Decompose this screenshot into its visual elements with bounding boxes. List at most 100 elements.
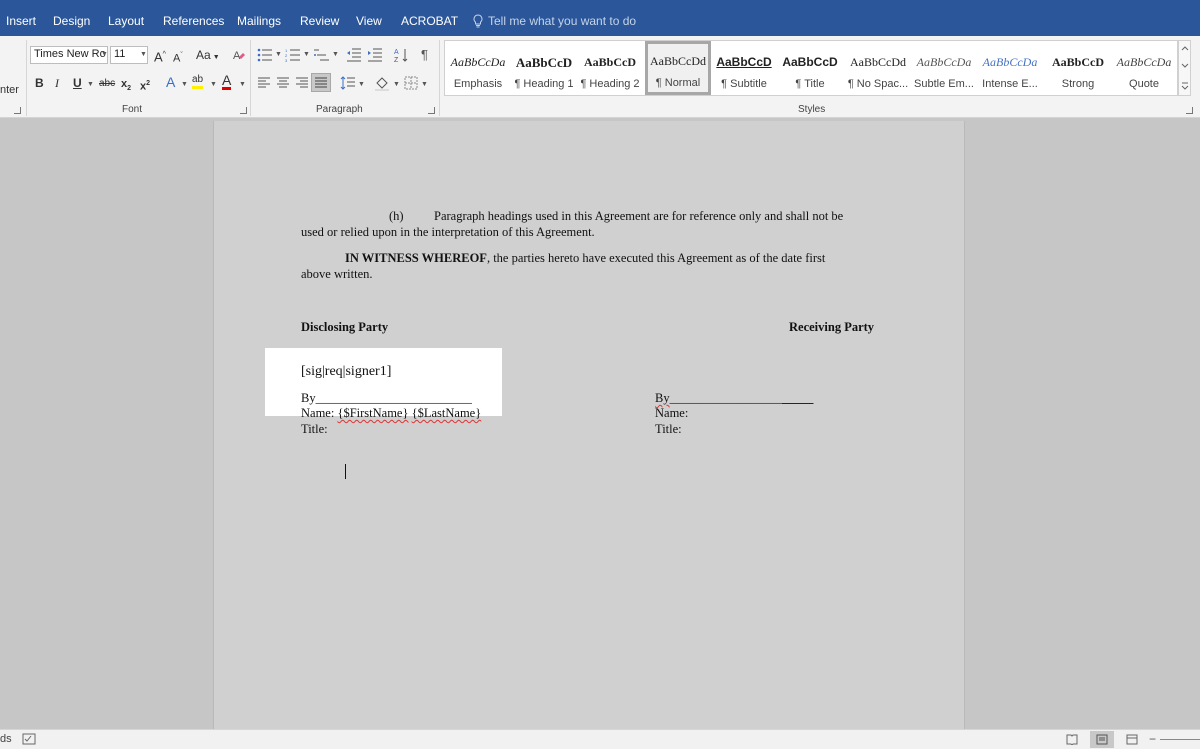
style-emphasis[interactable]: AaBbCcDa Emphasis — [445, 43, 511, 95]
subscript-button[interactable]: x2 — [121, 77, 131, 96]
bullets-icon[interactable] — [257, 48, 273, 62]
align-center-icon[interactable] — [276, 77, 290, 89]
show-formatting-marks-button[interactable]: ¶ — [421, 48, 428, 62]
strikethrough-button[interactable]: abc — [99, 77, 115, 91]
style-preview: AaBbCcD — [782, 55, 838, 69]
styles-gallery: AaBbCcDa Emphasis AaBbCcD ¶ Heading 1 Aa… — [444, 40, 1178, 96]
multilevel-dropdown-icon[interactable]: ▼ — [332, 51, 339, 58]
shading-icon[interactable] — [374, 75, 390, 91]
underline-dropdown-icon[interactable]: ▼ — [87, 81, 94, 88]
style-subtle-emphasis[interactable]: AaBbCcDa Subtle Em... — [911, 43, 977, 95]
tab-insert[interactable]: Insert — [6, 14, 36, 28]
font-name-combo[interactable]: Times New Ro — [30, 46, 108, 64]
borders-icon[interactable] — [404, 76, 418, 90]
style-heading-2[interactable]: AaBbCcD ¶ Heading 2 — [577, 43, 643, 95]
clear-formatting-icon[interactable]: A — [232, 48, 246, 62]
print-layout-button[interactable] — [1090, 731, 1114, 748]
style-strong[interactable]: AaBbCcD Strong — [1045, 43, 1111, 95]
superscript-button[interactable]: x2 — [140, 77, 150, 94]
shading-dropdown-icon[interactable]: ▼ — [393, 81, 400, 88]
right-title-line: Title: — [655, 422, 682, 436]
proofing-icon[interactable] — [22, 733, 36, 745]
left-name-line: Name: {$FirstName} {$LastName} — [301, 406, 481, 421]
read-mode-icon[interactable] — [1066, 734, 1078, 745]
style-preview: AaBbCcDa — [916, 55, 972, 69]
style-quote[interactable]: AaBbCcDa Quote — [1111, 43, 1177, 95]
style-name: ¶ Subtitle — [721, 78, 767, 90]
gallery-more-icon[interactable] — [1181, 81, 1189, 91]
numbering-dropdown-icon[interactable]: ▼ — [303, 51, 310, 58]
align-left-icon[interactable] — [257, 77, 271, 89]
style-heading-1[interactable]: AaBbCcD ¶ Heading 1 — [511, 43, 577, 95]
style-preview: AaBbCcD — [583, 55, 636, 69]
justify-button[interactable] — [311, 73, 331, 92]
tab-references[interactable]: References — [163, 14, 224, 28]
style-preview: AaBbCcDa — [1116, 55, 1172, 69]
change-case-button[interactable]: Aa ▼ — [196, 48, 220, 65]
status-word-count[interactable]: ds — [0, 733, 12, 745]
clipboard-format-painter-label[interactable]: nter — [0, 83, 19, 97]
font-color-button[interactable]: A — [222, 73, 232, 90]
text-effects-button[interactable]: A — [166, 75, 175, 89]
svg-text:3: 3 — [285, 58, 288, 62]
tell-me-search[interactable]: Tell me what you want to do — [472, 14, 636, 28]
group-separator — [26, 40, 27, 116]
grow-font-button[interactable]: A^ — [154, 48, 166, 64]
paragraph-h-text-line2: used or relied upon in the interpretatio… — [301, 225, 595, 239]
left-by-line: By_________________________ — [301, 391, 472, 405]
disclosing-party-heading: Disclosing Party — [301, 320, 389, 334]
chevron-up-icon[interactable] — [1181, 45, 1189, 51]
highlight-dropdown-icon[interactable]: ▼ — [210, 81, 217, 88]
underline-button[interactable]: U — [73, 76, 82, 90]
tab-review[interactable]: Review — [300, 14, 339, 28]
font-name-dropdown-icon[interactable]: ▼ — [101, 51, 108, 58]
text-effects-dropdown-icon[interactable]: ▼ — [181, 81, 188, 88]
style-no-spacing[interactable]: AaBbCcDd ¶ No Spac... — [845, 43, 911, 95]
style-intense-emphasis[interactable]: AaBbCcDa Intense E... — [977, 43, 1043, 95]
tab-design[interactable]: Design — [53, 14, 90, 28]
font-size-dropdown-icon[interactable]: ▼ — [140, 51, 147, 58]
witness-bold: IN WITNESS WHEREOF — [345, 251, 487, 265]
borders-dropdown-icon[interactable]: ▼ — [421, 81, 428, 88]
style-name: ¶ Heading 2 — [580, 78, 640, 90]
status-bar: ds − — [0, 729, 1200, 749]
zoom-out-icon[interactable]: − — [1149, 732, 1156, 746]
tab-mailings[interactable]: Mailings — [237, 14, 281, 28]
line-spacing-icon[interactable] — [340, 76, 356, 90]
font-dialog-launcher-icon[interactable] — [240, 107, 247, 114]
text-cursor — [345, 464, 346, 479]
style-name: ¶ Heading 1 — [514, 78, 574, 90]
styles-gallery-scroll[interactable] — [1178, 40, 1191, 96]
font-color-dropdown-icon[interactable]: ▼ — [239, 81, 246, 88]
increase-indent-icon[interactable] — [367, 48, 383, 62]
paragraph-dialog-launcher-icon[interactable] — [428, 107, 435, 114]
italic-button[interactable]: I — [55, 76, 59, 90]
clipboard-dialog-launcher-icon[interactable] — [14, 107, 21, 114]
style-normal[interactable]: AaBbCcDd ¶ Normal — [645, 41, 711, 95]
zoom-slider[interactable] — [1160, 739, 1200, 740]
tab-acrobat[interactable]: ACROBAT — [401, 14, 458, 28]
bullets-dropdown-icon[interactable]: ▼ — [275, 51, 282, 58]
right-name-line: Name: — [655, 406, 689, 420]
first-name-field: {$FirstName} — [337, 406, 409, 420]
style-subtitle[interactable]: AaBbCcD ¶ Subtitle — [711, 43, 777, 95]
web-layout-icon[interactable] — [1126, 734, 1138, 745]
shrink-font-button[interactable]: Aˇ — [173, 49, 183, 66]
ribbon-tab-bar: Insert Design Layout References Mailings… — [0, 0, 1200, 36]
line-spacing-dropdown-icon[interactable]: ▼ — [358, 81, 365, 88]
style-preview: AaBbCcDd — [650, 54, 706, 68]
bold-button[interactable]: B — [35, 76, 44, 90]
style-title[interactable]: AaBbCcD ¶ Title — [777, 43, 843, 95]
tab-view[interactable]: View — [356, 14, 382, 28]
styles-dialog-launcher-icon[interactable] — [1186, 107, 1193, 114]
sort-icon[interactable]: AZ — [394, 47, 408, 63]
tab-layout[interactable]: Layout — [108, 14, 144, 28]
paragraph-h-text-line1: Paragraph headings used in this Agreemen… — [434, 209, 844, 223]
multilevel-list-icon[interactable] — [313, 48, 331, 62]
chevron-down-icon[interactable] — [1181, 63, 1189, 69]
text-highlight-button[interactable]: ab — [192, 74, 204, 89]
right-by-line: By_______________________ — [655, 391, 813, 406]
decrease-indent-icon[interactable] — [346, 48, 362, 62]
numbering-icon[interactable]: 123 — [285, 48, 301, 62]
align-right-icon[interactable] — [295, 77, 309, 89]
